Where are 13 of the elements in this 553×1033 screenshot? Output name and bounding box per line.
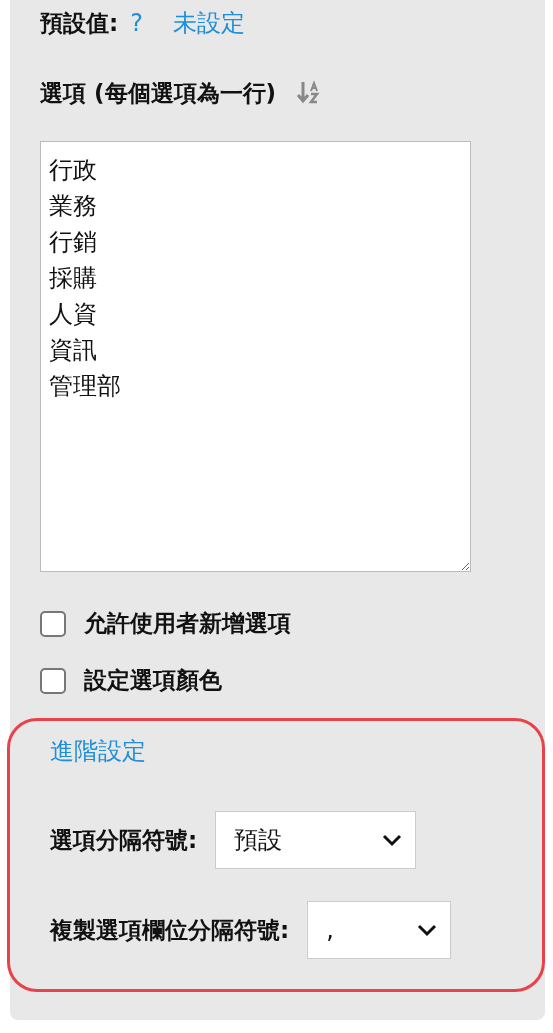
- separator-select[interactable]: ,: [307, 901, 452, 959]
- checkbox[interactable]: [40, 667, 66, 694]
- field-label: 複製選項欄位分隔符號:: [50, 915, 290, 945]
- options-label: 選項 (每個選項為一行): [40, 78, 277, 108]
- options-textarea[interactable]: 行政 業務 行銷 採購 人資 資訊 管理部: [40, 141, 471, 572]
- separator-select[interactable]: 預設: [215, 811, 417, 869]
- chevron-down-icon: [416, 923, 439, 937]
- field-label: 選項分隔符號:: [50, 825, 198, 855]
- checkbox[interactable]: [40, 610, 66, 637]
- checkbox-label: 設定選項顏色: [84, 666, 222, 695]
- default-value-label: 預設值:: [40, 8, 119, 38]
- chevron-down-icon: [381, 833, 404, 847]
- checkbox-label: 允許使用者新增選項: [84, 609, 291, 638]
